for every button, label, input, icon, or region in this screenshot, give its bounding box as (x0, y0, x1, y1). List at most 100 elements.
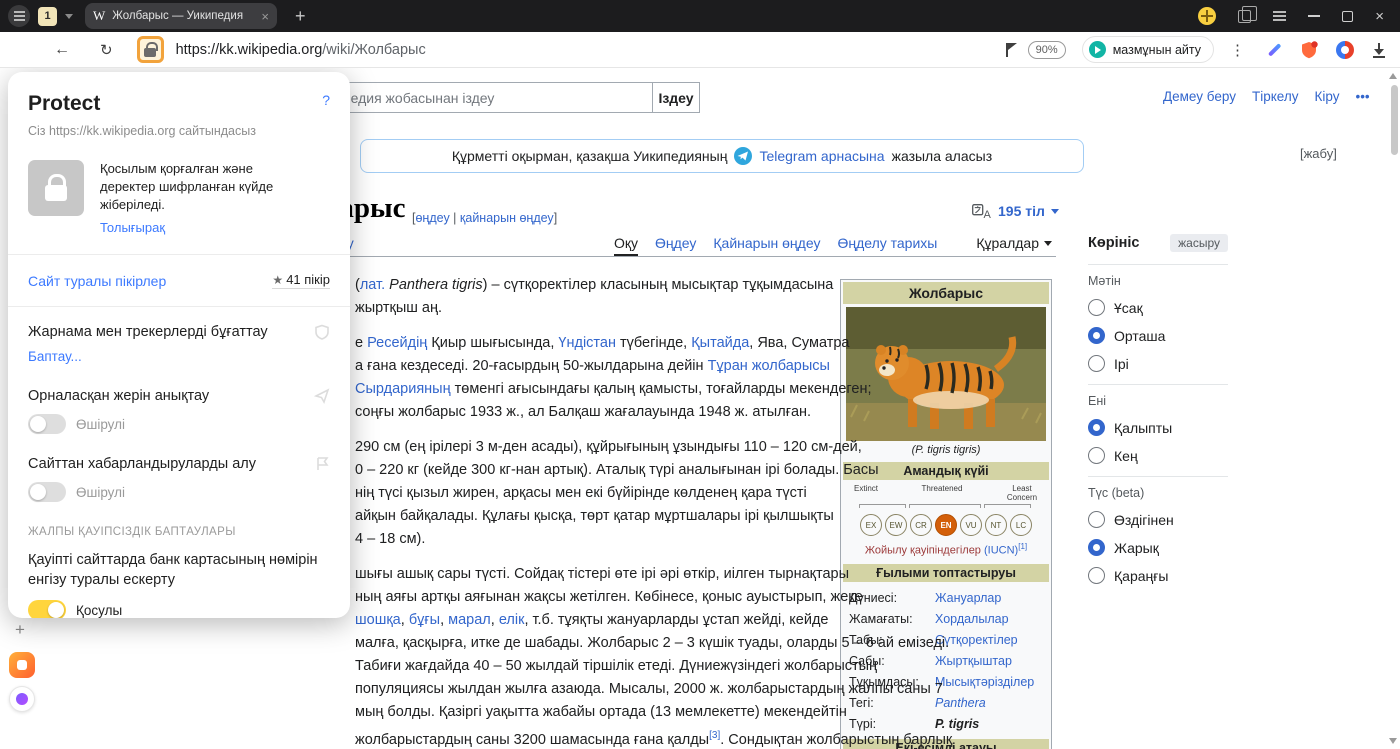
sidebar-add-icon[interactable]: + (15, 620, 25, 640)
browser-tab[interactable]: W Жолбарыс — Уикипедия × (85, 3, 277, 29)
tab-history[interactable]: Өңделу тарихы (837, 235, 937, 251)
telegram-link[interactable]: Telegram арнасына (759, 148, 884, 164)
tools-menu[interactable]: Құралдар (976, 235, 1052, 251)
edit-pencil-icon[interactable] (1267, 42, 1282, 57)
wiki-link[interactable]: Ресейдің (367, 335, 427, 351)
wiki-link[interactable]: марал (448, 612, 491, 628)
wikipedia-favicon: W (93, 8, 106, 23)
taxonomy-link[interactable]: Мысықтәрізділер (935, 675, 1034, 689)
search-button[interactable]: Іздеу (652, 82, 700, 113)
tab-counter[interactable]: 1 (38, 6, 57, 26)
browser-logo-icon[interactable] (1336, 40, 1354, 59)
addressbar-menu-icon[interactable]: ⋮ (1230, 41, 1245, 59)
reload-button[interactable]: ↻ (100, 41, 113, 59)
article-text: 290 см (ең ірілері 3 м-ден асады), құйры… (355, 439, 862, 455)
tab-title: Жолбарыс — Уикипедия (112, 10, 244, 22)
radio-color-dark[interactable]: Қараңғы (1088, 567, 1228, 584)
gift-icon[interactable] (1198, 7, 1217, 25)
downloads-icon[interactable] (1372, 42, 1386, 58)
notifications-toggle-off[interactable] (28, 482, 66, 502)
tab-edit-source[interactable]: Қайнарын өңдеу (713, 235, 820, 251)
radio-text-standard[interactable]: Орташа (1088, 327, 1228, 344)
back-button[interactable]: ← (54, 41, 70, 59)
reviews-count[interactable]: ★ 41 пікір (272, 272, 330, 289)
bookmark-flag-icon[interactable] (1005, 42, 1017, 57)
window-close-button[interactable]: × (1375, 9, 1384, 24)
maximize-button[interactable] (1342, 10, 1354, 22)
wiki-link[interactable]: Үндістан (558, 335, 616, 351)
zoom-indicator[interactable]: 90% (1027, 40, 1066, 59)
radio-icon (1088, 567, 1105, 584)
site-reviews-link[interactable]: Сайт туралы пікірлер (28, 273, 166, 289)
login-link[interactable]: Кіру (1314, 89, 1339, 104)
iucn-link[interactable]: (IUCN) (984, 545, 1018, 557)
radio-text-large[interactable]: Ірі (1088, 355, 1228, 372)
bankcard-toggle-row: Қосулы (28, 600, 330, 618)
radio-text-small[interactable]: Ұсақ (1088, 299, 1228, 316)
article-paragraph: шығы ашық сары түсті. Сойдақ тістері өте… (355, 563, 952, 749)
site-lock-button-focused[interactable] (136, 36, 164, 63)
article-text: айқын байқалады. Құлағы қысқа, төрт қата… (355, 508, 834, 524)
wiki-link[interactable]: шошқа (355, 612, 401, 628)
reference-link[interactable]: [3] (709, 730, 720, 741)
edit-source-link[interactable]: қайнарын өңдеу (460, 211, 554, 225)
radio-color-light[interactable]: Жарық (1088, 539, 1228, 556)
edit-link[interactable]: өңдеу (415, 211, 449, 225)
image-caption: (P. tigris tigris) (911, 444, 981, 456)
adblock-setup-link[interactable]: Баптау... (28, 349, 82, 364)
radio-width-standard[interactable]: Қалыпты (1088, 419, 1228, 436)
url-field[interactable]: https://kk.wikipedia.org/wiki/Жолбарыс (176, 42, 426, 58)
wiki-link[interactable]: Қытайда (691, 335, 749, 351)
appearance-hide-button[interactable]: жасыру (1170, 234, 1228, 252)
location-toggle-off[interactable] (28, 414, 66, 434)
wiki-link[interactable]: елік (499, 612, 525, 628)
article-text: малға, қасқырға, итке де шабады. Жолбары… (355, 635, 950, 651)
register-link[interactable]: Тіркелу (1252, 89, 1299, 104)
status-nt: NT (985, 514, 1007, 536)
url-path: /wiki/Жолбарыс (322, 41, 426, 58)
status-link[interactable]: Жойылу қауіпіндегілер (865, 545, 981, 557)
tab-edit[interactable]: Өңдеу (655, 235, 696, 251)
sidebar-assistant-icon[interactable] (9, 686, 35, 712)
wiki-link[interactable]: Тұран жолбарысы (708, 358, 830, 374)
sidebar-games-icon[interactable] (9, 652, 35, 678)
taxonomy-link[interactable]: Жыртқыштар (935, 654, 1012, 668)
bankcard-toggle-on[interactable] (28, 600, 66, 618)
donate-link[interactable]: Демеу беру (1163, 89, 1236, 104)
wiki-link[interactable]: лат. (360, 277, 385, 293)
location-icon (314, 388, 330, 404)
scrollbar-down-arrow[interactable] (1389, 738, 1397, 744)
radio-color-auto[interactable]: Өздігінен (1088, 511, 1228, 528)
collections-icon[interactable] (1238, 5, 1258, 23)
minimize-button[interactable] (1308, 15, 1321, 17)
tab-close-icon[interactable]: × (261, 9, 269, 24)
more-details-link[interactable]: Толығырақ (100, 220, 165, 235)
scrollbar-up-arrow[interactable] (1389, 73, 1397, 79)
tab-read[interactable]: Оқу (613, 235, 638, 256)
taxonomy-link[interactable]: Жануарлар (935, 591, 1001, 605)
new-tab-button[interactable]: + (295, 7, 306, 25)
browser-menu-icon[interactable] (1273, 11, 1287, 13)
wiki-link[interactable]: Сырдарияның (355, 381, 451, 397)
browser-panel-button[interactable] (8, 5, 30, 27)
banner-close-link[interactable]: [жабу] (1300, 146, 1337, 161)
help-link[interactable]: ? (322, 92, 330, 116)
scrollbar-thumb[interactable] (1391, 85, 1398, 155)
taxonomy-link[interactable]: Хордалылар (935, 612, 1009, 626)
article-text: Қиыр шығысында, (427, 335, 559, 351)
tiger-image[interactable] (845, 307, 1047, 441)
status-scale-labels: Extinct Threatened Least Concern (853, 484, 1038, 502)
latin-name: Panthera tigris (389, 277, 483, 293)
status-reference[interactable]: [1] (1018, 542, 1027, 551)
radio-width-wide[interactable]: Кең (1088, 447, 1228, 464)
status-cr: CR (910, 514, 932, 536)
article-paragraph: 290 см (ең ірілері 3 м-ден асады), құйры… (355, 436, 879, 551)
user-menu-more[interactable]: ••• (1355, 89, 1369, 104)
tab-list-chevron-icon[interactable] (65, 13, 73, 19)
protect-shield-icon[interactable] (1300, 40, 1318, 59)
read-aloud-button[interactable]: мазмұнын айту (1081, 36, 1214, 63)
protect-site-line: Сіз https://kk.wikipedia.org сайтындасыз (28, 124, 256, 138)
genus-link[interactable]: Panthera (935, 696, 986, 710)
language-selector[interactable]: A 195 тіл (972, 203, 1059, 219)
wiki-link[interactable]: бұғы (409, 612, 440, 628)
